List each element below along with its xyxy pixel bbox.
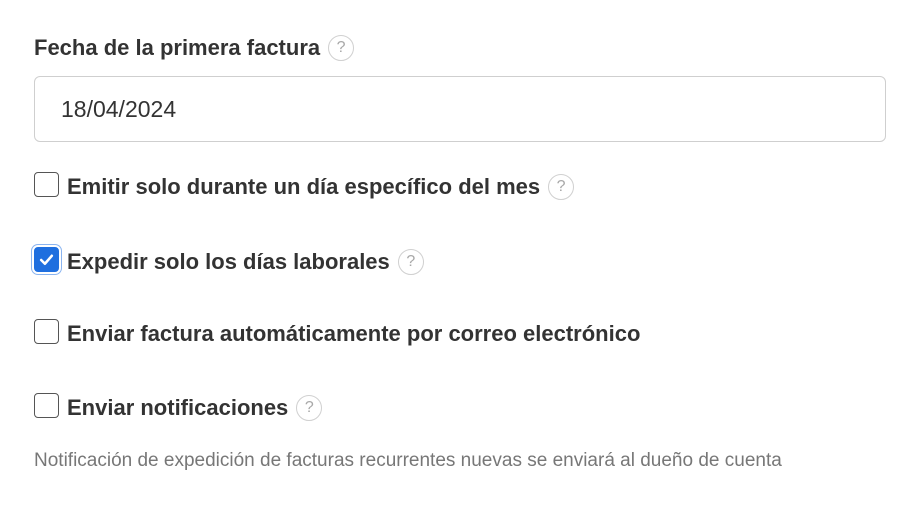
specific-day-help-icon[interactable]: ? — [548, 174, 575, 200]
first-invoice-date-input[interactable] — [34, 76, 886, 142]
specific-day-checkbox[interactable] — [34, 171, 59, 197]
notifications-label[interactable]: Enviar notificaciones — [67, 395, 288, 421]
option-working-days[interactable]: Expedir solo los días laborales ? — [34, 242, 424, 282]
notifications-note: Notificación de expedición de facturas r… — [34, 450, 782, 471]
working-days-help-icon[interactable]: ? — [397, 249, 424, 275]
notifications-help-icon[interactable]: ? — [296, 395, 323, 421]
recurring-invoice-form: Fecha de la primera factura ? Emitir sol… — [34, 30, 886, 471]
checkmark-icon — [39, 254, 54, 265]
auto-email-label[interactable]: Enviar factura automáticamente por corre… — [67, 321, 640, 347]
specific-day-label[interactable]: Emitir solo durante un día específico de… — [67, 174, 540, 200]
option-auto-email[interactable]: Enviar factura automáticamente por corre… — [34, 314, 640, 354]
working-days-checkbox[interactable] — [34, 246, 59, 272]
auto-email-checkbox[interactable] — [34, 318, 59, 344]
option-specific-day[interactable]: Emitir solo durante un día específico de… — [34, 167, 575, 207]
first-invoice-help-icon[interactable]: ? — [328, 35, 355, 61]
notifications-checkbox[interactable] — [34, 392, 59, 418]
first-invoice-label: Fecha de la primera factura — [34, 35, 321, 60]
option-notifications[interactable]: Enviar notificaciones ? — [34, 388, 323, 428]
working-days-label[interactable]: Expedir solo los días laborales — [67, 249, 390, 275]
first-invoice-label-row: Fecha de la primera factura ? — [34, 30, 886, 66]
